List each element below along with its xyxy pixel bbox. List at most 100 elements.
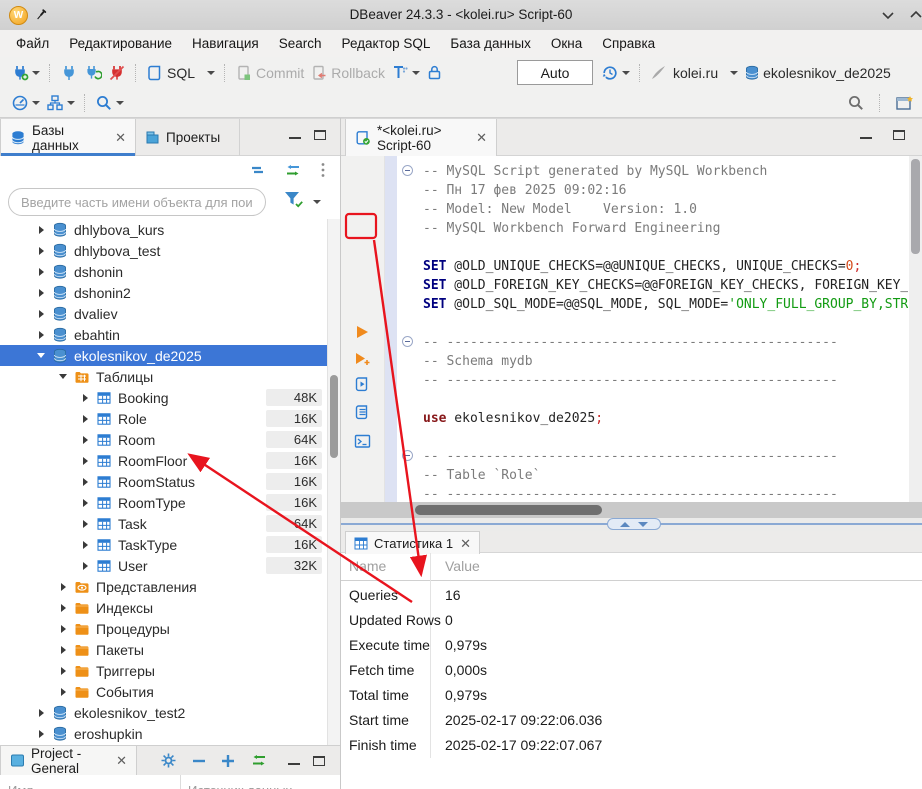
menu-7[interactable]: Окна [541,32,592,55]
sql-code-area[interactable]: -- MySQL Script generated by MySQL Workb… [423,156,908,502]
sql-editor[interactable]: -- MySQL Script generated by MySQL Workb… [341,156,922,502]
collapsed-arrow-icon[interactable] [80,478,90,486]
menu-3[interactable]: Навигация [182,32,269,55]
fold-marker-icon[interactable] [402,450,413,461]
search-menu-button[interactable] [95,94,124,112]
tree-item-eroshupkin[interactable]: eroshupkin [0,723,327,744]
tree-item-dvaliev[interactable]: dvaliev [0,303,327,324]
stats-row-Fetch time[interactable]: Fetch time0,000s [341,658,922,683]
close-icon[interactable]: ✕ [460,537,471,550]
menu-1[interactable]: Файл [6,32,59,55]
collapse-down-icon[interactable] [638,522,648,527]
link-with-editor-icon[interactable] [250,754,268,767]
tab-sql-script[interactable]: *<kolei.ru> Script-60 ✕ [345,119,497,156]
stats-row-Updated Rows[interactable]: Updated Rows0 [341,608,922,633]
tree-item-dshonin2[interactable]: dshonin2 [0,282,327,303]
scrollbar-thumb[interactable] [911,159,920,254]
collapsed-arrow-icon[interactable] [80,394,90,402]
tree-item-Role[interactable]: Role16K [0,408,327,429]
tree-item-Пакеты[interactable]: Пакеты [0,639,327,660]
collapsed-arrow-icon[interactable] [58,646,68,654]
collapse-all-icon[interactable] [250,164,266,176]
minimize-editor-icon[interactable] [860,137,872,147]
sql-editor-button[interactable]: SQL [146,64,215,82]
collapse-all-icon[interactable] [192,756,206,766]
collapsed-arrow-icon[interactable] [36,289,46,297]
close-icon[interactable]: ✕ [116,754,127,767]
collapsed-arrow-icon[interactable] [80,457,90,465]
connect-button[interactable] [60,64,78,82]
menu-6[interactable]: База данных [440,32,540,55]
new-connection-button[interactable] [11,64,40,82]
expand-all-icon[interactable] [221,754,235,768]
expanded-arrow-icon[interactable] [58,374,68,379]
collapsed-arrow-icon[interactable] [36,268,46,276]
menu-8[interactable]: Справка [592,32,665,55]
tree-item-Индексы[interactable]: Индексы [0,597,327,618]
minimize-panel-icon[interactable] [289,137,301,147]
filter-icon[interactable] [283,190,305,210]
gear-icon[interactable] [160,752,177,769]
tree-item-Task[interactable]: Task64K [0,513,327,534]
collapsed-arrow-icon[interactable] [80,562,90,570]
tree-item-Триггеры[interactable]: Триггеры [0,660,327,681]
collapsed-arrow-icon[interactable] [36,331,46,339]
menu-2[interactable]: Редактирование [59,32,182,55]
collapsed-arrow-icon[interactable] [58,604,68,612]
execute-script-icon[interactable] [354,376,371,393]
tree-item-Таблицы[interactable]: Таблицы [0,366,327,387]
minimize-panel-icon[interactable] [288,763,300,773]
collapse-up-icon[interactable] [620,522,630,527]
tree-item-Room[interactable]: Room64K [0,429,327,450]
database-selector[interactable]: ekolesnikov_de2025 [744,65,891,81]
transaction-log-button[interactable] [601,64,630,82]
tree-item-TaskType[interactable]: TaskType16K [0,534,327,555]
rollback-button[interactable]: Rollback [310,64,385,82]
view-menu-icon[interactable] [320,162,326,178]
maximize-panel-icon[interactable] [313,756,325,766]
connection-selector[interactable]: kolei.ru [673,65,738,81]
execute-statement-icon[interactable] [354,324,370,340]
tree-item-dhlybova_kurs[interactable]: dhlybova_kurs [0,219,327,240]
transaction-mode-button[interactable] [391,64,420,82]
collapsed-arrow-icon[interactable] [80,436,90,444]
editor-vscrollbar[interactable] [909,156,922,502]
open-perspective-icon[interactable] [895,94,914,112]
menu-5[interactable]: Редактор SQL [332,32,441,55]
stats-row-Finish time[interactable]: Finish time2025-02-17 09:22:07.067 [341,733,922,758]
tab-databases[interactable]: Базы данных ✕ [0,119,136,156]
maximize-editor-icon[interactable] [893,130,905,140]
tree-item-Booking[interactable]: Booking48K [0,387,327,408]
collapsed-arrow-icon[interactable] [58,625,68,633]
collapsed-arrow-icon[interactable] [80,541,90,549]
fold-gutter[interactable] [397,156,423,502]
performance-button[interactable] [11,94,40,112]
collapsed-arrow-icon[interactable] [80,499,90,507]
collapsed-arrow-icon[interactable] [36,730,46,738]
menu-4[interactable]: Search [269,32,332,55]
fold-marker-icon[interactable] [402,336,413,347]
collapsed-arrow-icon[interactable] [80,415,90,423]
commit-button[interactable]: Commit [235,64,304,82]
tree-item-Процедуры[interactable]: Процедуры [0,618,327,639]
stats-row-Start time[interactable]: Start time2025-02-17 09:22:06.036 [341,708,922,733]
tree-item-User[interactable]: User32K [0,555,327,576]
tree-item-ekolesnikov_test2[interactable]: ekolesnikov_test2 [0,702,327,723]
tree-item-ebahtin[interactable]: ebahtin [0,324,327,345]
expanded-arrow-icon[interactable] [36,353,46,358]
tree-item-Представления[interactable]: Представления [0,576,327,597]
tree-item-ekolesnikov_de2025[interactable]: ekolesnikov_de2025 [0,345,327,366]
execute-new-tab-icon[interactable] [354,351,371,367]
open-console-icon[interactable] [354,434,371,449]
quick-search-icon[interactable] [847,94,865,112]
editor-hscrollbar[interactable] [341,502,922,518]
stats-row-Queries[interactable]: Queries16 [341,583,922,608]
maximize-panel-icon[interactable] [314,130,326,140]
collapsed-arrow-icon[interactable] [80,520,90,528]
stats-row-Execute time[interactable]: Execute time0,979s [341,633,922,658]
chevron-down-icon[interactable] [313,200,321,204]
scrollbar-thumb[interactable] [330,375,338,458]
collapsed-arrow-icon[interactable] [58,688,68,696]
disconnect-button[interactable] [108,64,126,82]
execute-script-rows-icon[interactable] [354,404,371,421]
